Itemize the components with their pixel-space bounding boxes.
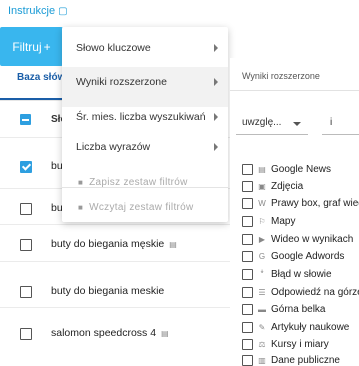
video-icon: ▶ — [258, 235, 266, 244]
floppy-icon: ■ — [78, 178, 84, 187]
chevron-right-icon — [214, 143, 218, 151]
feature-label: Prawy box, graf wiedzy — [271, 198, 359, 209]
feature-checkbox[interactable] — [242, 287, 253, 298]
feature-checkbox[interactable] — [242, 251, 253, 262]
instructions-label: Instrukcje — [8, 5, 56, 17]
typo-icon: ꜜ — [260, 270, 264, 279]
feature-label: Błąd w słowie — [271, 269, 332, 280]
table-row[interactable]: buty do biegania meskie — [51, 285, 164, 297]
plus-icon: + — [43, 39, 51, 54]
feature-checkbox[interactable] — [242, 234, 253, 245]
measure-icon: ⚖ — [258, 340, 266, 349]
menu-item-word-count[interactable]: Liczba wyrazów — [76, 141, 150, 153]
feature-checkbox[interactable] — [242, 181, 253, 192]
row-checkbox[interactable] — [20, 239, 32, 251]
menu-item-monthly-searches[interactable]: Śr. mies. liczba wyszukiwań — [76, 111, 206, 123]
filter-button-label: Filtruj — [12, 39, 42, 54]
google-icon: G — [258, 252, 266, 261]
menu-item-load-filters: ■ Wczytaj zestaw filtrów — [78, 202, 194, 213]
row-divider — [0, 224, 240, 225]
logic-field[interactable] — [322, 104, 359, 135]
filter-button[interactable]: Filtruj + — [0, 27, 63, 66]
chevron-right-icon — [214, 113, 218, 121]
extended-results-panel: Wyniki rozszerzone uwzglę... i ▤ Google … — [230, 58, 359, 366]
feature-label: Google Adwords — [271, 251, 345, 262]
menu-item-save-filters: ■ Zapisz zestaw filtrów — [78, 177, 188, 188]
chevron-right-icon — [214, 78, 218, 86]
keyword-text: buty do biegania meskie — [51, 285, 165, 297]
box-icon: W — [258, 199, 266, 208]
row-divider — [0, 307, 240, 308]
feature-checkbox[interactable] — [242, 269, 253, 280]
panel-divider — [230, 90, 359, 91]
select-value: uwzglę... — [242, 117, 282, 128]
select-all-checkbox[interactable] — [20, 114, 31, 125]
feature-checkbox[interactable] — [242, 355, 253, 366]
feature-label: Górna belka — [271, 304, 326, 315]
panel-title: Wyniki rozszerzone — [242, 71, 320, 81]
feature-label: Wideo w wynikach — [271, 234, 354, 245]
feature-label: Artykuły naukowe — [271, 322, 350, 333]
feature-checkbox[interactable] — [242, 216, 253, 227]
table-row[interactable]: salomon speedcross 4 ▤ — [51, 327, 169, 339]
feature-label: Mapy — [271, 216, 296, 227]
feature-checkbox[interactable] — [242, 322, 253, 333]
bar-icon: ▬ — [258, 305, 266, 314]
feature-checkbox[interactable] — [242, 304, 253, 315]
row-checkbox[interactable] — [20, 161, 32, 173]
menu-item-keyword[interactable]: Słowo kluczowe — [76, 42, 151, 54]
feature-label: Zdjęcia — [271, 181, 304, 192]
instructions-link[interactable]: Instrukcje ▢ — [8, 5, 68, 17]
row-checkbox[interactable] — [20, 328, 32, 340]
image-icon: ▣ — [258, 182, 266, 191]
feature-label: Google News — [271, 164, 332, 175]
row-divider — [0, 261, 240, 262]
filter-menu: Słowo kluczowe Wyniki rozszerzone Śr. mi… — [62, 27, 228, 222]
feature-label: Kursy i miary — [271, 339, 329, 350]
feature-checkbox[interactable] — [242, 198, 253, 209]
table-row[interactable]: buty do biegania męskie ▤ — [51, 238, 177, 250]
save-filters-label: Zapisz zestaw filtrów — [89, 177, 188, 188]
data-icon: ▥ — [258, 356, 266, 365]
row-checkbox[interactable] — [20, 203, 32, 215]
map-icon: ⚐ — [258, 217, 266, 226]
tab-divider — [0, 100, 70, 101]
row-checkbox[interactable] — [20, 286, 32, 298]
logic-field-value: i — [330, 117, 333, 128]
load-filters-label: Wczytaj zestaw filtrów — [89, 202, 194, 213]
floppy-icon: ■ — [78, 203, 84, 212]
document-icon[interactable]: ▤ — [169, 240, 177, 249]
window-icon: ▢ — [58, 5, 68, 17]
feature-label: Odpowiedź na górze — [271, 287, 359, 298]
document-icon[interactable]: ▤ — [161, 329, 169, 338]
menu-item-extended-results[interactable]: Wyniki rozszerzone — [76, 76, 167, 88]
news-icon: ▤ — [258, 165, 266, 174]
answer-icon: ☰ — [258, 288, 266, 297]
feature-checkbox[interactable] — [242, 164, 253, 175]
keyword-text: buty do biegania męskie — [51, 238, 165, 250]
chevron-down-icon — [293, 122, 301, 126]
keyword-text: salomon speedcross 4 — [51, 327, 157, 339]
science-icon: ✎ — [258, 323, 266, 332]
feature-checkbox[interactable] — [242, 339, 253, 350]
chevron-right-icon — [214, 44, 218, 52]
feature-label: Dane publiczne — [271, 355, 340, 366]
